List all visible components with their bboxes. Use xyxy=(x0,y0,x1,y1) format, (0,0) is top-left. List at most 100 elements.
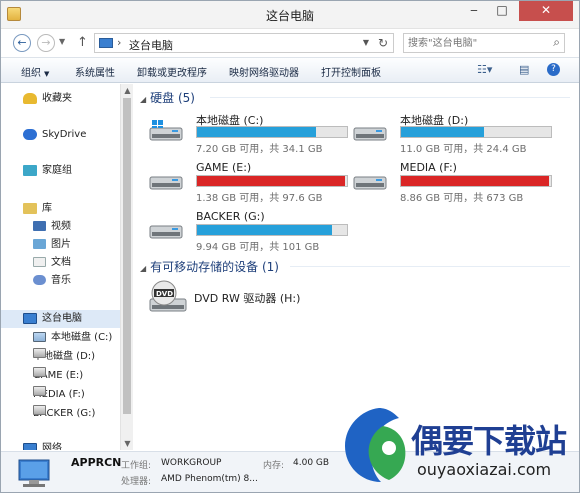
system-properties-button[interactable]: 系统属性 xyxy=(75,64,115,79)
sidebar-item-drive-d[interactable]: 本地磁盘 (D:) xyxy=(33,348,95,366)
uninstall-program-button[interactable]: 卸载或更改程序 xyxy=(137,64,207,79)
navigation-pane: 收藏夹 SkyDrive 家庭组 库 视频 图片 文档 音乐 这台电脑 本地磁盘… xyxy=(1,84,133,450)
sidebar-item-libraries[interactable]: 库 xyxy=(23,200,52,218)
computer-icon xyxy=(18,459,50,487)
sidebar-item-label: 本地磁盘 (C:) xyxy=(51,332,113,343)
drive-name: GAME (E:) xyxy=(196,161,252,174)
sidebar-item-skydrive[interactable]: SkyDrive xyxy=(23,126,86,144)
address-bar[interactable]: › 这台电脑 ▼ ↻ xyxy=(94,33,394,53)
video-icon xyxy=(33,221,46,231)
search-box[interactable]: ⌕ xyxy=(403,33,565,53)
sidebar-item-pictures[interactable]: 图片 xyxy=(33,236,71,254)
scrollbar-thumb[interactable] xyxy=(123,98,131,414)
hard-drive-icon xyxy=(33,405,46,415)
sidebar-item-videos[interactable]: 视频 xyxy=(33,218,71,236)
close-button[interactable]: ✕ xyxy=(519,1,573,21)
sidebar-item-label: 视频 xyxy=(51,221,71,232)
organize-button[interactable]: 组织 ▼ xyxy=(21,64,49,79)
up-arrow-icon[interactable]: ↑ xyxy=(77,35,88,50)
dvd-drive-icon: DVD xyxy=(149,280,187,312)
navigation-scrollbar[interactable]: ▲ ▼ xyxy=(120,84,133,450)
hard-drive-icon xyxy=(353,176,387,190)
search-icon[interactable]: ⌕ xyxy=(553,35,560,50)
svg-text:DVD: DVD xyxy=(156,290,173,298)
windows-drive-icon xyxy=(33,332,46,342)
processor-label: 处理器: xyxy=(121,477,152,487)
command-bar: 组织 ▼ 系统属性 卸载或更改程序 映射网络驱动器 打开控制面板 ☷▾ ▤ ? xyxy=(1,57,579,83)
picture-icon xyxy=(33,239,46,249)
group-header-removable[interactable]: ◢ 有可移动存储的设备 (1) xyxy=(140,258,570,275)
drive-usage-bar xyxy=(400,126,552,138)
scroll-down-icon[interactable]: ▼ xyxy=(122,438,133,449)
drive-item-dvd[interactable]: DVD DVD RW 驱动器 (H:) xyxy=(148,279,448,319)
drive-item-d[interactable]: 本地磁盘 (D:) 11.0 GB 可用，共 24.4 GB xyxy=(346,110,552,155)
recent-locations-chevron-icon[interactable]: ▼ xyxy=(59,37,65,46)
drive-item-e[interactable]: GAME (E:) 1.38 GB 可用，共 97.6 GB xyxy=(142,159,348,204)
drive-usage-bar xyxy=(400,175,552,187)
back-button[interactable]: ← xyxy=(13,34,31,52)
drive-usage-fill xyxy=(197,176,345,186)
collapse-chevron-icon: ◢ xyxy=(140,95,147,104)
hard-drive-icon xyxy=(353,127,387,141)
sidebar-item-label: 库 xyxy=(42,203,52,214)
sidebar-item-favorites[interactable]: 收藏夹 xyxy=(23,90,72,108)
drive-space-info: 11.0 GB 可用，共 24.4 GB xyxy=(400,144,527,155)
refresh-icon[interactable]: ↻ xyxy=(378,36,388,50)
hard-drive-icon xyxy=(33,386,46,396)
computer-icon xyxy=(23,312,37,324)
sidebar-item-label: SkyDrive xyxy=(42,129,87,140)
drive-item-f[interactable]: MEDIA (F:) 8.86 GB 可用，共 673 GB xyxy=(346,159,552,204)
content-pane: ◢硬盘 (5) 本地磁盘 (C:) 7.20 GB 可用，共 34.1 GB xyxy=(134,84,579,450)
sidebar-item-drive-e[interactable]: GAME (E:) xyxy=(33,367,83,385)
drive-item-c[interactable]: 本地磁盘 (C:) 7.20 GB 可用，共 34.1 GB xyxy=(142,110,348,155)
watermark-url: ouyaoxiazai.com xyxy=(417,460,552,479)
collapse-chevron-icon: ◢ xyxy=(140,264,147,273)
hard-drive-icon xyxy=(149,225,183,239)
group-divider xyxy=(210,97,570,98)
sidebar-item-drive-g[interactable]: BACKER (G:) xyxy=(33,405,95,423)
explorer-window: 这台电脑 ‒ □ ✕ ← → ▼ ↑ › 这台电脑 ▼ ↻ ⌕ 组织▼ 系统属性… xyxy=(0,0,580,493)
star-icon xyxy=(23,92,37,104)
search-input[interactable] xyxy=(408,36,538,50)
sidebar-item-network[interactable]: 网络 xyxy=(23,440,62,450)
address-row: ← → ▼ ↑ › 这台电脑 ▼ ↻ ⌕ xyxy=(1,29,579,55)
view-options-icon[interactable]: ☷▾ xyxy=(477,63,492,76)
open-control-panel-button[interactable]: 打开控制面板 xyxy=(321,64,381,79)
help-icon[interactable]: ? xyxy=(547,63,560,76)
hard-drive-icon xyxy=(33,367,46,377)
drive-name: MEDIA (F:) xyxy=(400,161,457,174)
drive-space-info: 9.94 GB 可用，共 101 GB xyxy=(196,242,320,253)
scroll-up-icon[interactable]: ▲ xyxy=(122,85,133,96)
sidebar-item-documents[interactable]: 文档 xyxy=(33,254,71,272)
sidebar-item-label: 图片 xyxy=(51,239,71,250)
drive-usage-fill xyxy=(197,225,332,235)
sidebar-item-music[interactable]: 音乐 xyxy=(33,272,71,290)
drive-space-info: 7.20 GB 可用，共 34.1 GB xyxy=(196,144,323,155)
music-icon xyxy=(33,275,46,285)
hard-drive-icon xyxy=(149,176,183,190)
cloud-icon xyxy=(23,128,37,140)
map-network-drive-button[interactable]: 映射网络驱动器 xyxy=(229,64,299,79)
group-label: 硬盘 (5) xyxy=(150,91,195,105)
sidebar-item-homegroup[interactable]: 家庭组 xyxy=(23,162,72,180)
address-dropdown-icon[interactable]: ▼ xyxy=(363,38,369,47)
sidebar-item-label: 音乐 xyxy=(51,275,71,286)
drive-item-g[interactable]: BACKER (G:) 9.94 GB 可用，共 101 GB xyxy=(142,208,348,253)
preview-pane-icon[interactable]: ▤ xyxy=(519,63,529,76)
title-bar: 这台电脑 ‒ □ ✕ xyxy=(1,1,579,29)
maximize-button[interactable]: □ xyxy=(489,1,515,21)
breadcrumb-separator-icon: › xyxy=(117,36,122,49)
sidebar-item-this-pc[interactable]: 这台电脑 xyxy=(1,310,120,328)
group-header-hard-disks[interactable]: ◢ 硬盘 (5) xyxy=(140,89,570,106)
breadcrumb[interactable]: 这台电脑 xyxy=(129,37,173,53)
watermark-logo-icon xyxy=(345,408,406,482)
homegroup-icon xyxy=(23,164,37,176)
sidebar-item-label: 这台电脑 xyxy=(42,313,82,324)
drive-usage-fill xyxy=(197,127,316,137)
sidebar-item-drive-c[interactable]: 本地磁盘 (C:) xyxy=(33,329,112,347)
minimize-button[interactable]: ‒ xyxy=(461,1,487,21)
drive-name: BACKER (G:) xyxy=(196,210,265,223)
sidebar-item-drive-f[interactable]: MEDIA (F:) xyxy=(33,386,85,404)
forward-button[interactable]: → xyxy=(37,34,55,52)
memory-label: 内存: xyxy=(263,461,285,471)
